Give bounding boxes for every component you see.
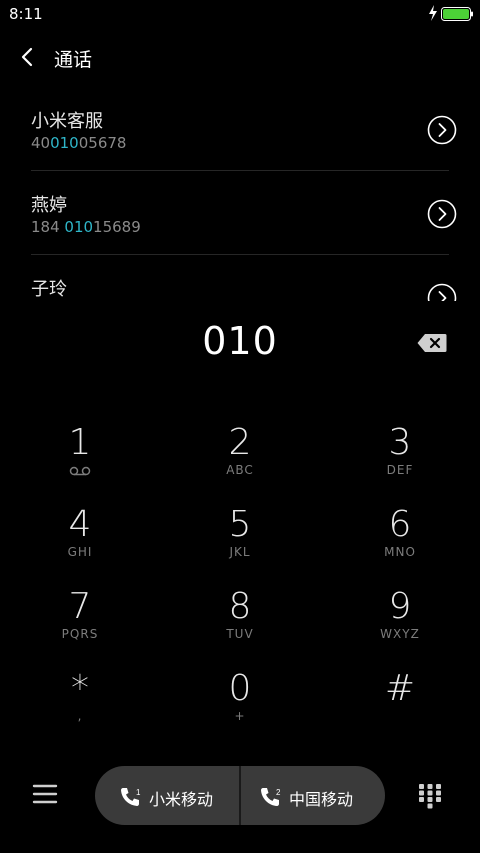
key-digit: 3 [388, 422, 412, 463]
key-4[interactable]: 4 GHI [0, 485, 160, 567]
battery-icon [441, 7, 473, 21]
key-digit: 1 [68, 422, 92, 463]
number-part: 15689 [93, 218, 141, 236]
key-8[interactable]: 8 TUV [160, 567, 320, 649]
contact-detail-icon[interactable] [427, 283, 457, 301]
key-letters: TUV [226, 627, 254, 641]
key-3[interactable]: 3 DEF [320, 403, 480, 485]
key-letters: JKL [229, 545, 251, 559]
dialpad-toggle-icon[interactable] [418, 783, 442, 809]
key-hash[interactable]: # [320, 649, 480, 731]
contact-name: 燕婷 [31, 195, 67, 216]
contact-number: 4001005678 [31, 134, 126, 152]
sim2-label: 中国移动 [289, 790, 354, 809]
sim-badge: 2 [276, 788, 281, 797]
sim1-label: 小米移动 [149, 790, 214, 809]
key-letters: , [77, 709, 83, 723]
phone-icon: 1 [121, 788, 141, 806]
app-header: 通话 [0, 28, 480, 88]
key-9[interactable]: 9 WXYZ [320, 567, 480, 649]
page-title: 通话 [54, 49, 93, 71]
call-sim2-button[interactable]: 2 中国移动 [241, 766, 385, 825]
contact-row[interactable]: 子玲 [0, 264, 480, 301]
status-bar: 8:11 [0, 0, 480, 28]
number-part: 184 [31, 218, 65, 236]
key-star[interactable]: * , [0, 649, 160, 731]
key-0[interactable]: 0 + [160, 649, 320, 731]
key-letters: GHI [67, 545, 93, 559]
key-6[interactable]: 6 MNO [320, 485, 480, 567]
key-digit: 7 [68, 586, 92, 627]
status-time: 8:11 [9, 5, 43, 23]
number-match: 010 [64, 218, 94, 236]
divider [31, 170, 449, 171]
key-2[interactable]: 2 ABC [160, 403, 320, 485]
key-digit: 4 [68, 504, 92, 545]
key-digit: * [71, 668, 89, 709]
contact-number: 184 01015689 [31, 218, 141, 236]
key-digit: # [384, 668, 416, 709]
back-arrow-icon[interactable] [16, 44, 40, 70]
key-digit: 5 [228, 504, 252, 545]
key-digit: 8 [228, 586, 252, 627]
number-match: 010 [50, 134, 79, 152]
key-letters: PQRS [61, 627, 99, 641]
voicemail-icon [69, 466, 91, 476]
call-button-group: 1 小米移动 2 中国移动 [95, 766, 385, 825]
number-part: 40 [31, 134, 51, 152]
key-letters: ABC [226, 463, 254, 477]
charging-icon [429, 5, 437, 21]
contact-name: 小米客服 [31, 111, 103, 132]
key-letters: MNO [384, 545, 416, 559]
key-digit: 9 [388, 586, 412, 627]
key-digit: 2 [228, 422, 252, 463]
dial-input-area: 010 [0, 301, 480, 391]
sim-badge: 1 [136, 788, 141, 797]
contact-name: 子玲 [31, 279, 67, 300]
menu-icon[interactable] [32, 783, 58, 805]
divider [31, 254, 449, 255]
phone-icon: 2 [261, 788, 281, 806]
key-digit: 6 [388, 504, 412, 545]
key-digit: 0 [228, 668, 252, 709]
contact-row[interactable]: 燕婷 184 01015689 [0, 180, 480, 264]
bottom-bar: 1 小米移动 2 中国移动 [0, 765, 480, 827]
dialed-number: 010 [202, 319, 278, 363]
contact-detail-icon[interactable] [427, 115, 457, 145]
key-7[interactable]: 7 PQRS [0, 567, 160, 649]
number-part: 05678 [78, 134, 127, 152]
call-sim1-button[interactable]: 1 小米移动 [95, 766, 240, 825]
contact-result-list: 小米客服 4001005678 燕婷 184 01015689 子玲 [0, 96, 480, 301]
key-letters: + [234, 709, 246, 723]
key-1[interactable]: 1 [0, 403, 160, 485]
contact-row[interactable]: 小米客服 4001005678 [0, 96, 480, 180]
key-letters: DEF [386, 463, 414, 477]
key-letters: WXYZ [380, 627, 420, 641]
key-5[interactable]: 5 JKL [160, 485, 320, 567]
backspace-icon[interactable] [417, 333, 447, 353]
contact-detail-icon[interactable] [427, 199, 457, 229]
